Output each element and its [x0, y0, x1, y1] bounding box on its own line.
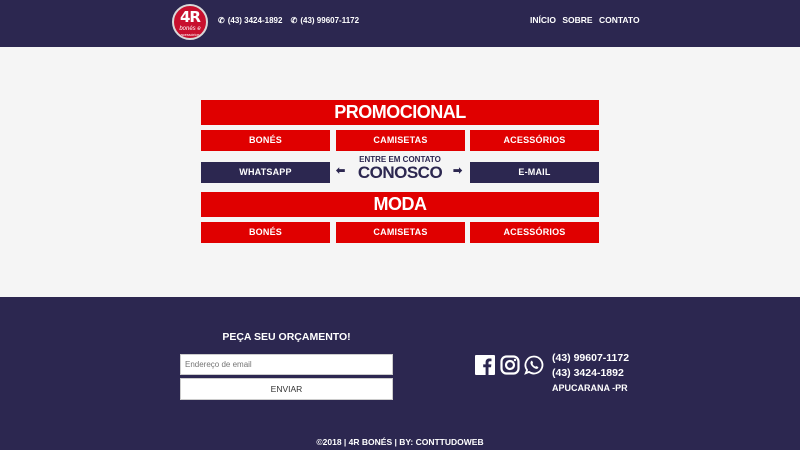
- moda-banner[interactable]: MODA: [201, 192, 599, 217]
- brand-logo[interactable]: 4R bonés e acessórios: [172, 4, 208, 40]
- promocional-banner[interactable]: PROMOCIONAL: [201, 100, 599, 125]
- copyright-text: ©2018 | 4R BONÉS | BY: CONTTUDOWEB: [316, 437, 484, 447]
- whatsapp-button[interactable]: WHATSAPP: [201, 162, 330, 183]
- send-button[interactable]: ENVIAR: [180, 378, 393, 400]
- header-phone-1: (43) 3424-1892: [227, 16, 283, 25]
- footer-contact-info: (43) 99607-1172 (43) 3424-1892 APUCARANA…: [552, 351, 629, 395]
- whatsapp-icon: ✆: [290, 16, 298, 25]
- right-arrow-icon: ➡: [453, 165, 463, 177]
- left-arrow-icon: ⬅: [336, 165, 346, 177]
- nav-item-contato[interactable]: CONTATO: [599, 15, 640, 25]
- promo-bones-button[interactable]: BONÉS: [201, 130, 330, 151]
- logo-sub2-text: acessórios: [180, 32, 200, 37]
- logo-main-text: 4R: [180, 8, 201, 26]
- header-phone-2: (43) 99607-1172: [300, 16, 360, 25]
- instagram-icon[interactable]: [500, 355, 520, 375]
- promo-camisetas-button[interactable]: CAMISETAS: [336, 130, 465, 151]
- site-footer: PEÇA SEU ORÇAMENTO! ENVIAR (43) 99607-11…: [0, 297, 800, 450]
- moda-acessorios-button[interactable]: ACESSÓRIOS: [470, 222, 599, 243]
- contact-big-text: CONOSCO: [357, 163, 443, 182]
- facebook-icon[interactable]: [475, 355, 495, 375]
- email-input[interactable]: [180, 354, 393, 375]
- moda-camisetas-button[interactable]: CAMISETAS: [336, 222, 465, 243]
- site-header: 4R bonés e acessórios ✆ (43) 3424-1892 ✆(…: [0, 0, 800, 47]
- header-phones: ✆ (43) 3424-1892 ✆ (43) 99607-1172: [218, 16, 365, 25]
- footer-phone-2: (43) 3424-1892: [552, 367, 624, 379]
- promo-acessorios-button[interactable]: ACESSÓRIOS: [470, 130, 599, 151]
- whatsapp-footer-icon[interactable]: [524, 355, 544, 375]
- moda-bones-button[interactable]: BONÉS: [201, 222, 330, 243]
- phone-icon: ✆: [218, 16, 225, 25]
- contact-heading: ENTRE EM CONTATO CONOSCO: [350, 155, 450, 181]
- quote-title: PEÇA SEU ORÇAMENTO!: [222, 331, 351, 343]
- footer-city: APUCARANA -PR: [552, 383, 628, 393]
- nav-item-sobre[interactable]: SOBRE: [562, 15, 592, 25]
- nav-item-inicio[interactable]: INÍCIO: [530, 15, 556, 25]
- footer-phone-1: (43) 99607-1172: [552, 352, 630, 364]
- main-nav: INÍCIO SOBRE CONTATO: [530, 15, 644, 25]
- email-button[interactable]: E-MAIL: [470, 162, 599, 183]
